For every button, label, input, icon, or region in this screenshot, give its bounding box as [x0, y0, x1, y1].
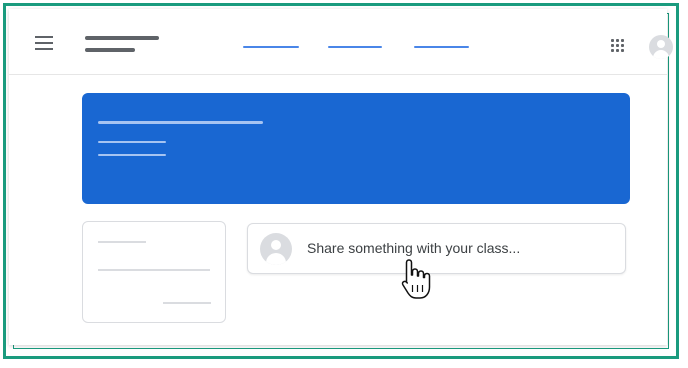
banner-subtitle-placeholder [98, 154, 166, 156]
tab-stream[interactable] [243, 46, 299, 48]
upcoming-text-placeholder [98, 269, 210, 271]
banner-title-placeholder [98, 121, 263, 124]
share-placeholder-text: Share something with your class... [307, 240, 521, 256]
upcoming-heading-placeholder [98, 241, 146, 243]
upcoming-link-placeholder [163, 302, 211, 304]
apps-grid-icon[interactable] [611, 39, 625, 53]
tab-classwork[interactable] [328, 46, 382, 48]
top-bar [9, 9, 673, 75]
upcoming-card [82, 221, 226, 323]
hamburger-menu-icon[interactable] [35, 36, 53, 50]
class-banner [82, 93, 630, 204]
account-avatar-icon[interactable] [649, 35, 673, 59]
tab-people[interactable] [414, 46, 469, 48]
class-title-placeholder [85, 36, 165, 56]
banner-subtitle-placeholder [98, 141, 166, 143]
share-post-box[interactable]: Share something with your class... [247, 223, 626, 274]
user-avatar-icon [260, 233, 292, 265]
